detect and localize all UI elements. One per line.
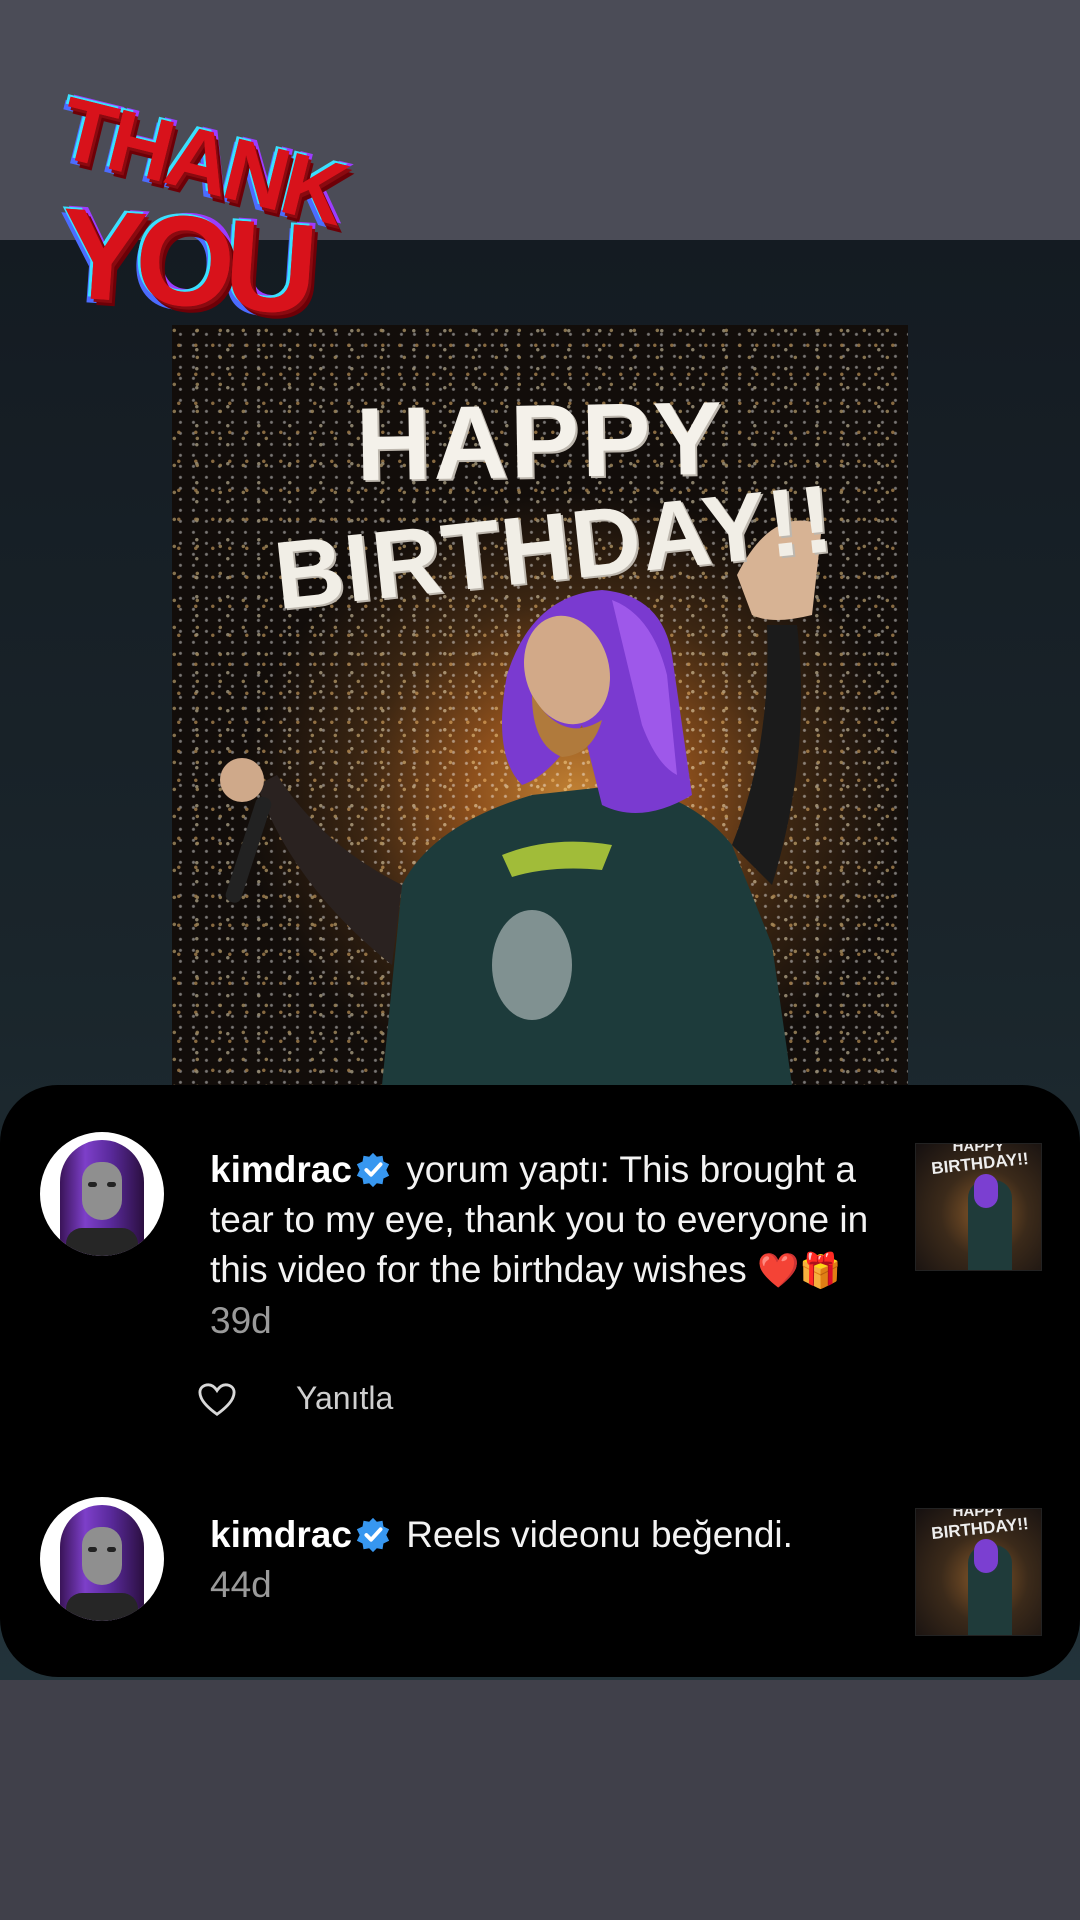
- thank-you-sticker: THANK YOU: [40, 78, 353, 352]
- verified-badge-icon: [356, 1152, 390, 1188]
- birthday-poster: HAPPY BIRTHDAY!!: [172, 325, 908, 1085]
- notification-text: kimdrac Reels videonu beğendi. 44d: [210, 1510, 882, 1610]
- like-text: Reels videonu beğendi.: [395, 1514, 793, 1555]
- reply-button[interactable]: Yanıtla: [296, 1380, 393, 1417]
- avatar[interactable]: [40, 1132, 164, 1256]
- avatar[interactable]: [40, 1497, 164, 1621]
- post-thumbnail[interactable]: HAPPY BIRTHDAY!!: [915, 1143, 1042, 1271]
- username[interactable]: kimdrac: [210, 1149, 352, 1190]
- bottom-band: [0, 1680, 1080, 1920]
- heart-icon[interactable]: [198, 1382, 236, 1418]
- username[interactable]: kimdrac: [210, 1514, 352, 1555]
- heart-gift-emoji: ❤️🎁: [757, 1252, 842, 1290]
- sticker-you-text: YOU: [55, 181, 313, 342]
- timestamp: 39d: [210, 1300, 272, 1341]
- post-thumbnail[interactable]: HAPPY BIRTHDAY!!: [915, 1508, 1042, 1636]
- timestamp: 44d: [210, 1564, 272, 1605]
- notification-card: kimdrac yorum yaptı: This brought a tear…: [0, 1085, 1080, 1677]
- verified-badge-icon: [356, 1517, 390, 1553]
- notification-text: kimdrac yorum yaptı: This brought a tear…: [210, 1145, 882, 1346]
